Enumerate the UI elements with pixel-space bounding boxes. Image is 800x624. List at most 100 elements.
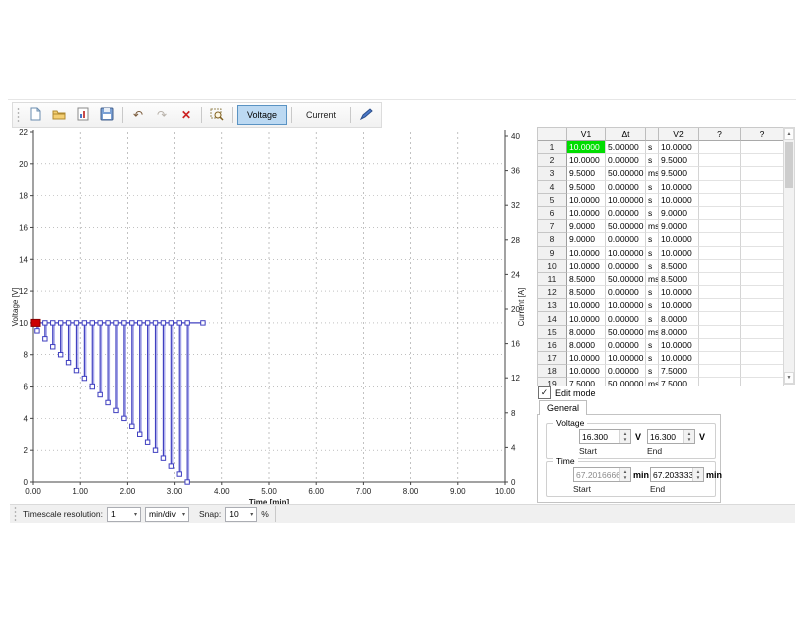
table-cell[interactable]: 8.0000: [659, 326, 699, 339]
row-header[interactable]: 7: [538, 220, 567, 233]
table-cell[interactable]: 10.0000: [659, 181, 699, 194]
current-view-button[interactable]: Current: [296, 105, 346, 125]
redo-button[interactable]: ↷: [151, 104, 173, 126]
table-cell[interactable]: 10.00000: [606, 352, 646, 365]
table-cell[interactable]: [741, 220, 784, 233]
table-cell[interactable]: 10.0000: [659, 299, 699, 312]
table-cell[interactable]: [699, 220, 741, 233]
table-cell[interactable]: [741, 286, 784, 299]
column-header[interactable]: ?: [741, 128, 784, 141]
table-cell[interactable]: [699, 273, 741, 286]
snap-combobox[interactable]: 10 ▾: [225, 507, 257, 522]
sequence-table[interactable]: V1ΔtV2??110.00005.00000s10.0000210.00000…: [537, 127, 784, 386]
table-cell[interactable]: [699, 326, 741, 339]
table-cell[interactable]: ms: [646, 273, 659, 286]
table-cell[interactable]: [699, 286, 741, 299]
table-cell[interactable]: s: [646, 312, 659, 325]
table-cell[interactable]: 0.00000: [606, 207, 646, 220]
table-cell[interactable]: [699, 233, 741, 246]
table-cell[interactable]: 0.00000: [606, 260, 646, 273]
table-cell[interactable]: 9.5000: [659, 167, 699, 180]
row-header[interactable]: 16: [538, 339, 567, 352]
column-header[interactable]: V1: [567, 128, 606, 141]
table-cell[interactable]: 10.00000: [606, 299, 646, 312]
table-cell[interactable]: 8.5000: [567, 273, 606, 286]
table-cell[interactable]: s: [646, 207, 659, 220]
table-cell[interactable]: 7.5000: [659, 378, 699, 386]
row-header[interactable]: 6: [538, 207, 567, 220]
row-header[interactable]: 1: [538, 141, 567, 154]
time-end-value[interactable]: 67.2033333: [651, 468, 692, 481]
bottom-toolbar-grip[interactable]: [14, 506, 17, 522]
scrollbar-down-button[interactable]: ▼: [784, 372, 794, 384]
table-cell[interactable]: 10.0000: [567, 365, 606, 378]
scrollbar-up-button[interactable]: ▲: [784, 128, 794, 140]
row-header[interactable]: 17: [538, 352, 567, 365]
table-cell[interactable]: 8.5000: [659, 260, 699, 273]
table-cell[interactable]: s: [646, 286, 659, 299]
spinner-arrows[interactable]: ▲ ▼: [619, 468, 630, 481]
column-header[interactable]: [646, 128, 659, 141]
table-cell[interactable]: [741, 326, 784, 339]
row-header[interactable]: 8: [538, 233, 567, 246]
table-cell[interactable]: 50.00000: [606, 273, 646, 286]
table-cell[interactable]: [699, 378, 741, 386]
table-cell[interactable]: [741, 339, 784, 352]
table-cell[interactable]: [741, 312, 784, 325]
table-cell[interactable]: s: [646, 154, 659, 167]
table-cell[interactable]: ms: [646, 378, 659, 386]
table-cell[interactable]: [699, 352, 741, 365]
toolbar-grip[interactable]: [17, 107, 20, 123]
table-cell[interactable]: s: [646, 181, 659, 194]
table-cell[interactable]: 8.0000: [659, 312, 699, 325]
row-header[interactable]: 3: [538, 167, 567, 180]
spin-down-icon[interactable]: ▼: [620, 437, 630, 444]
table-cell[interactable]: 0.00000: [606, 365, 646, 378]
open-file-button[interactable]: [48, 104, 70, 126]
table-cell[interactable]: [699, 312, 741, 325]
table-cell[interactable]: 9.5000: [567, 181, 606, 194]
row-header[interactable]: 9: [538, 247, 567, 260]
column-header[interactable]: V2: [659, 128, 699, 141]
table-cell[interactable]: 10.00000: [606, 247, 646, 260]
table-cell[interactable]: [699, 207, 741, 220]
undo-button[interactable]: ↶: [127, 104, 149, 126]
table-cell[interactable]: [741, 181, 784, 194]
table-cell[interactable]: [741, 141, 784, 154]
table-cell[interactable]: 10.00000: [606, 194, 646, 207]
zoom-region-button[interactable]: [206, 104, 228, 126]
row-header[interactable]: 10: [538, 260, 567, 273]
table-cell[interactable]: [699, 181, 741, 194]
table-cell[interactable]: 10.0000: [567, 207, 606, 220]
table-cell[interactable]: [741, 154, 784, 167]
table-cell[interactable]: 9.5000: [659, 154, 699, 167]
table-cell[interactable]: [741, 299, 784, 312]
table-cell[interactable]: 5.00000: [606, 141, 646, 154]
voltage-start-spinner[interactable]: 16.300 ▲ ▼: [579, 429, 631, 444]
spin-down-icon[interactable]: ▼: [684, 437, 694, 444]
table-cell[interactable]: 10.0000: [567, 352, 606, 365]
table-cell[interactable]: 8.5000: [567, 286, 606, 299]
resolution-unit-combobox[interactable]: min/div ▾: [145, 507, 189, 522]
table-cell[interactable]: 9.0000: [567, 220, 606, 233]
table-cell[interactable]: [741, 273, 784, 286]
row-header[interactable]: 18: [538, 365, 567, 378]
table-cell[interactable]: 0.00000: [606, 312, 646, 325]
voltage-view-button[interactable]: Voltage: [237, 105, 287, 125]
table-cell[interactable]: [741, 247, 784, 260]
spin-down-icon[interactable]: ▼: [620, 475, 630, 482]
voltage-start-value[interactable]: 16.300: [580, 430, 619, 443]
table-cell[interactable]: 10.0000: [659, 194, 699, 207]
delete-button[interactable]: ✕: [175, 104, 197, 126]
table-cell[interactable]: [741, 233, 784, 246]
table-cell[interactable]: s: [646, 299, 659, 312]
table-cell[interactable]: 0.00000: [606, 181, 646, 194]
spinner-arrows[interactable]: ▲ ▼: [619, 430, 630, 443]
table-cell[interactable]: [699, 260, 741, 273]
scrollbar-thumb[interactable]: [785, 142, 793, 188]
save-button[interactable]: [96, 104, 118, 126]
column-header[interactable]: Δt: [606, 128, 646, 141]
table-cell[interactable]: 50.00000: [606, 326, 646, 339]
waveform[interactable]: [31, 319, 205, 484]
table-cell[interactable]: 10.0000: [567, 141, 606, 154]
